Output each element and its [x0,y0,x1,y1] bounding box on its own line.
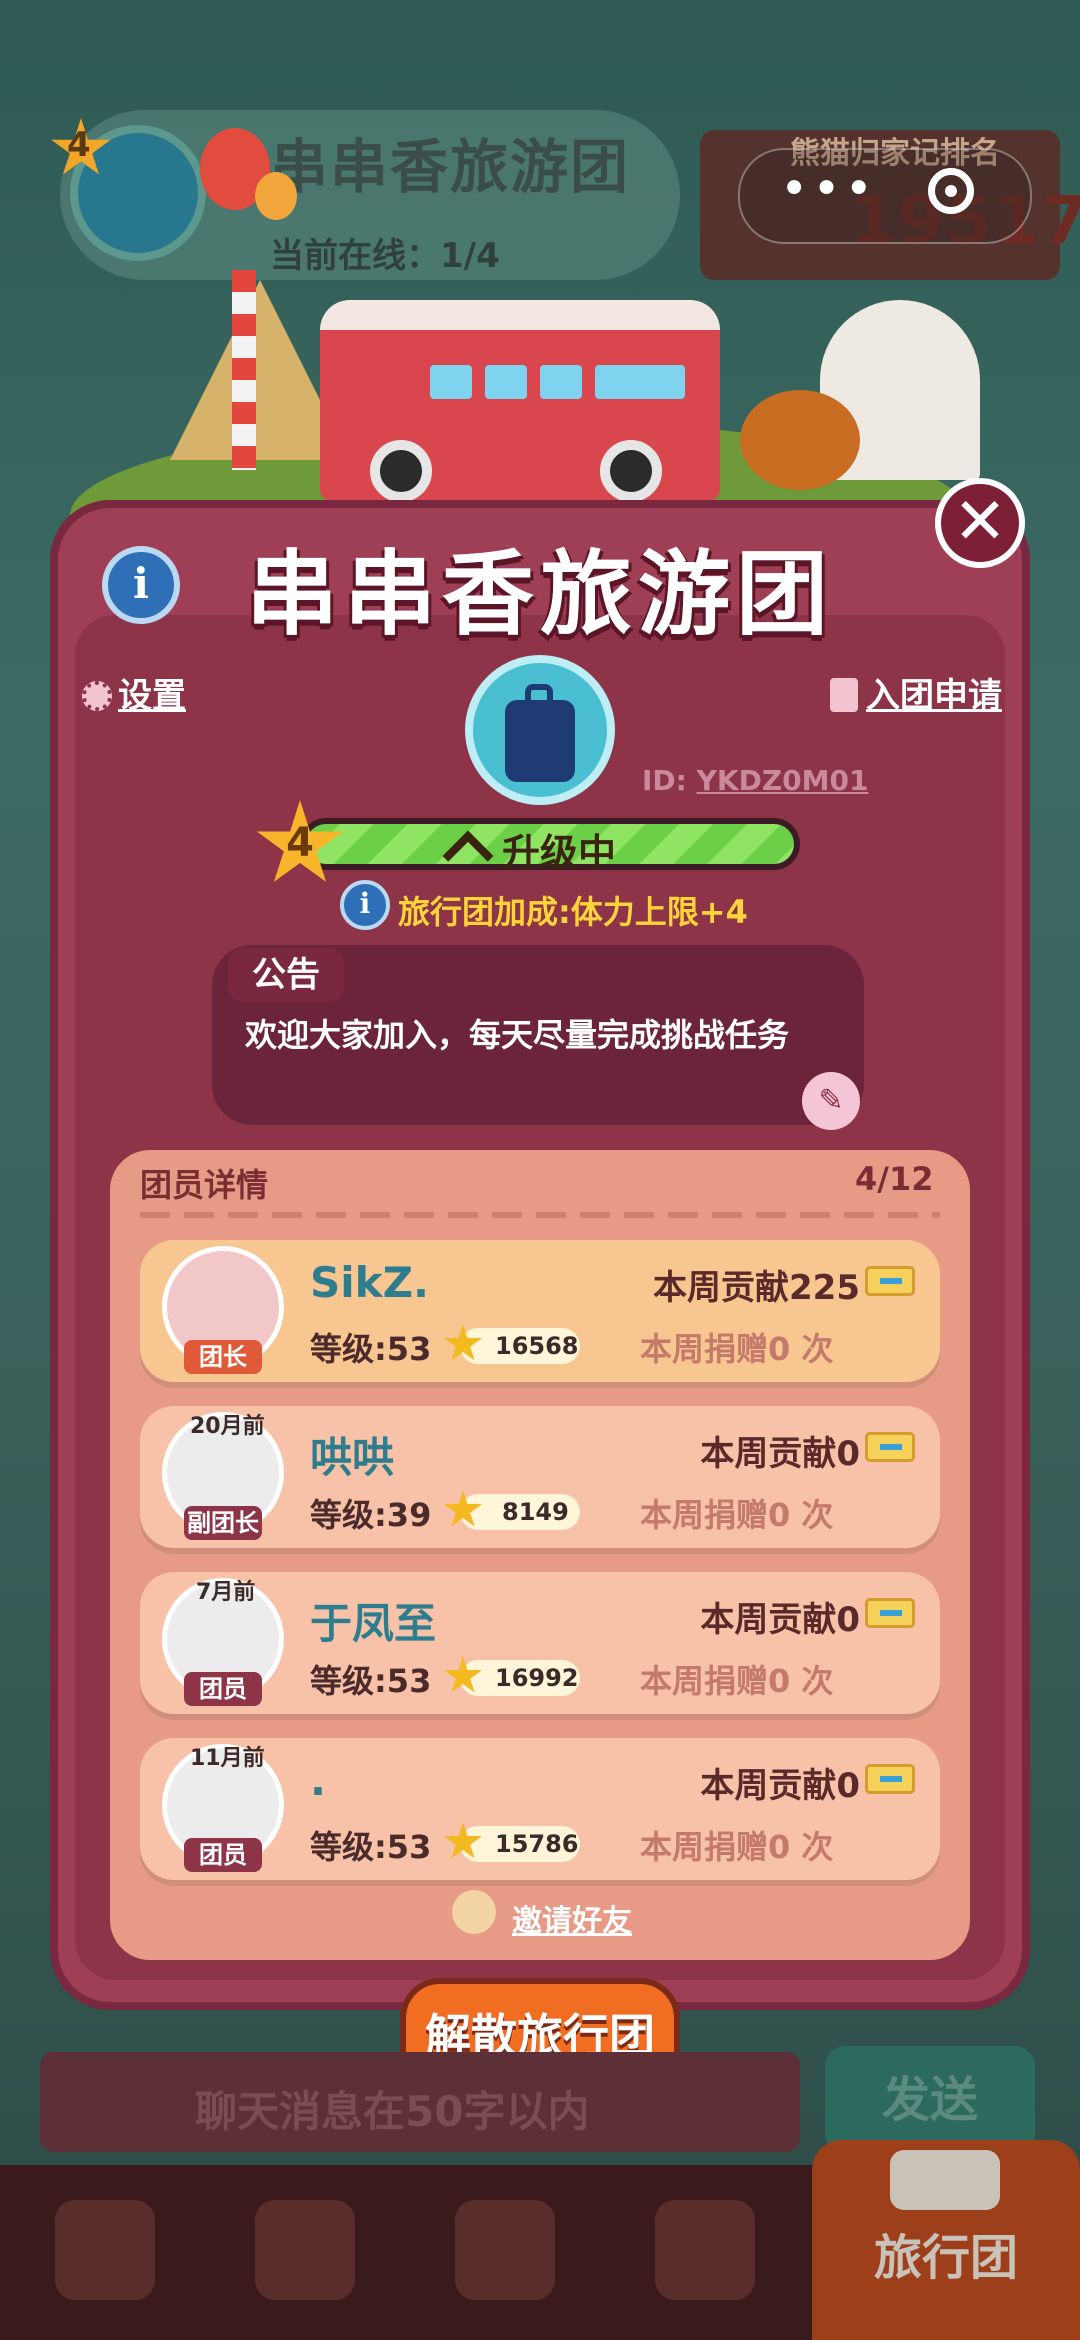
members-count: 4/12 [855,1160,934,1198]
member-last-online: 20月前 [190,1414,265,1439]
settings-link[interactable]: 设置 [82,668,186,717]
level-status-label: 升级中 [502,831,617,875]
team-bonus-text: 旅行团加成:体力上限+4 [398,893,748,931]
team-id[interactable]: ID: YKDZ0M01 [642,764,868,797]
team-level: 4 [286,820,314,866]
member-name: 哄哄 [310,1433,395,1482]
bus-window [485,365,527,399]
lion-icon [740,390,860,490]
bus-wheel [370,440,432,502]
ticket-icon [865,1432,915,1462]
hot-air-balloon-icon [255,172,297,220]
member-contribution: 本周贡献225 [653,1268,860,1308]
member-role-badge: 副团长 [184,1506,262,1540]
bus-window [430,365,472,399]
member-role-badge: 团长 [184,1340,262,1374]
more-icon[interactable]: ••• [780,165,877,213]
nav-map-icon[interactable] [655,2200,755,2300]
member-contribution: 本周贡献0 [700,1766,860,1806]
level-status: 升级中 [442,822,617,882]
member-last-online: 7月前 [196,1580,256,1605]
member-level: 等级:53 [310,1330,432,1368]
ticket-icon [865,1598,915,1628]
member-stars: 15786 [495,1830,579,1858]
member-donation: 本周捐赠0 次 [640,1330,834,1368]
member-card[interactable]: 7月前 团员 于凤至 等级:53 16992 本周贡献0 本周捐赠0 次 [140,1572,940,1714]
member-name: 于凤至 [310,1599,437,1648]
team-id-prefix: ID: [642,764,697,797]
member-level: 等级:53 [310,1828,432,1866]
member-stars: 16992 [495,1664,579,1692]
nav-tab-team-label: 旅行团 [873,2230,1018,2286]
chevron-up-icon [442,830,494,882]
bg-online-label: 当前在线： [270,236,440,276]
ticket-icon [865,1764,915,1794]
tower-icon [232,270,256,470]
ticket-icon [865,1266,915,1296]
notice-label: 公告 [228,948,344,1002]
member-card[interactable]: 20月前 副团长 哄哄 等级:39 8149 本周贡献0 本周捐赠0 次 [140,1406,940,1548]
bg-level-number: 4 [67,125,91,165]
info-icon[interactable]: i [340,880,390,930]
member-card[interactable]: 11月前 团员 . 等级:53 15786 本周贡献0 本周捐赠0 次 [140,1738,940,1880]
join-requests-label: 入团申请 [866,676,1002,716]
suitcase-icon [505,684,575,782]
settings-label: 设置 [118,676,186,716]
member-role-badge: 团员 [184,1672,262,1706]
document-icon [830,678,858,712]
divider [140,1212,940,1218]
nav-service-bell-icon[interactable] [455,2200,555,2300]
member-stars: 16568 [495,1332,579,1360]
nav-cards-icon[interactable] [255,2200,355,2300]
team-id-value: YKDZ0M01 [696,764,869,797]
bus-wheel [600,440,662,502]
members-title: 团员详情 [140,1166,269,1204]
close-icon[interactable]: ✕ [935,478,1025,568]
join-requests-link[interactable]: 入团申请 [830,668,1002,717]
bus-window [540,365,582,399]
close-miniprogram-icon[interactable] [928,168,974,214]
bg-online-status: 当前在线：1/4 [270,228,500,277]
notice-text: 欢迎大家加入，每天尽量完成挑战任务 [245,1016,790,1054]
bus-icon [890,2150,1000,2210]
bg-team-title: 串串香旅游团 [270,133,631,201]
send-button[interactable]: 发送 [825,2046,1035,2154]
nav-shop-icon[interactable] [55,2200,155,2300]
edit-icon[interactable]: ✎ [802,1072,860,1130]
invite-friends-link[interactable]: 邀请好友 [512,1896,632,1940]
member-level: 等级:53 [310,1662,432,1700]
info-icon[interactable]: i [102,546,180,624]
bus-window [595,365,685,399]
invite-icon[interactable] [452,1890,496,1934]
member-donation: 本周捐赠0 次 [640,1496,834,1534]
member-name: SikZ. [310,1258,429,1307]
member-donation: 本周捐赠0 次 [640,1662,834,1700]
bg-online-value: 1/4 [440,236,500,276]
member-donation: 本周捐赠0 次 [640,1828,834,1866]
member-stars: 8149 [502,1498,569,1526]
member-level: 等级:39 [310,1496,432,1534]
chat-placeholder: 聊天消息在50字以内 [195,2087,590,2136]
member-name: . [310,1756,326,1805]
gear-icon [82,681,112,711]
member-contribution: 本周贡献0 [700,1434,860,1474]
member-last-online: 11月前 [190,1746,265,1771]
member-card[interactable]: 团长 SikZ. 等级:53 16568 本周贡献225 本周捐赠0 次 [140,1240,940,1382]
member-contribution: 本周贡献0 [700,1600,860,1640]
member-role-badge: 团员 [184,1838,262,1872]
